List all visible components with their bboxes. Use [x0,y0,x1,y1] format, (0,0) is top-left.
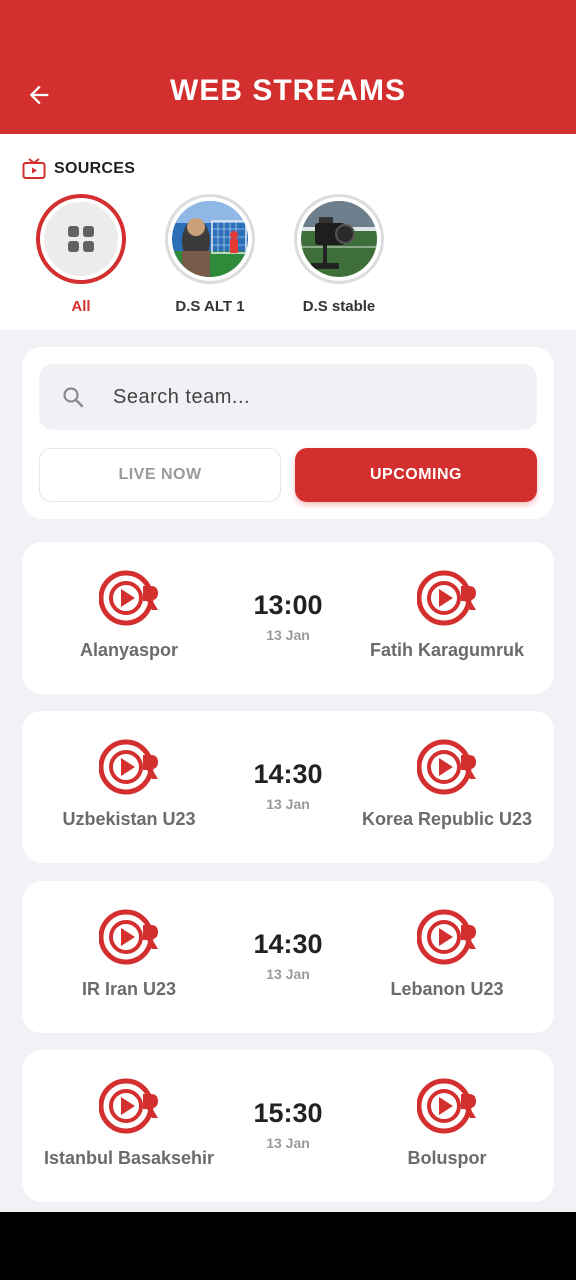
match-card[interactable]: Istanbul Basaksehir 15:30 13 Jan Boluspo… [22,1050,554,1202]
match-time: 13:00 [253,590,323,620]
sources-heading: SOURCES [22,158,135,180]
source-ds-alt-1-label: D.S ALT 1 [175,298,245,315]
source-ds-stable[interactable]: D.S stable [274,194,404,315]
home-team-name: IR Iran U23 [81,979,177,999]
match-date: 13 Jan [266,966,310,982]
home-team: Alanyaspor [24,568,234,661]
source-all-label: All [71,298,91,315]
match-card[interactable]: Alanyaspor 13:00 13 Jan Fatih Karagumruk [22,542,554,694]
away-team-name: Korea Republic U23 [361,809,533,829]
team-logo-icon [99,909,158,965]
away-team-name: Lebanon U23 [390,979,504,999]
match-time: 15:30 [253,1098,323,1128]
away-team-name: Boluspor [407,1148,487,1168]
tab-live-now[interactable]: LIVE NOW [39,448,281,502]
home-team: Uzbekistan U23 [24,737,234,830]
app-header: WEB STREAMS [0,0,576,134]
source-all[interactable]: All [16,194,146,315]
grid-icon [68,226,94,252]
away-team: Fatih Karagumruk [342,568,552,661]
tv-icon [22,158,46,179]
source-all-ring [36,194,126,284]
team-logo-icon [99,570,158,626]
away-team: Boluspor [342,1076,552,1169]
match-date: 13 Jan [266,1135,310,1151]
match-card[interactable]: IR Iran U23 14:30 13 Jan Lebanon U23 [22,881,554,1033]
home-team: IR Iran U23 [24,907,234,1000]
team-logo-icon [417,570,476,626]
match-time-block: 15:30 13 Jan [218,1098,358,1151]
team-logo-icon [417,1078,476,1134]
sources-section: SOURCES All D.S ALT 1 D.S stable [0,134,576,330]
home-team: Istanbul Basaksehir [24,1076,234,1169]
stadium-photo [172,201,248,277]
match-time: 14:30 [253,759,323,789]
search-box[interactable] [39,364,537,430]
search-input[interactable] [113,385,493,409]
sources-heading-label: SOURCES [54,160,136,177]
team-logo-icon [99,739,158,795]
match-time-block: 14:30 13 Jan [218,929,358,982]
source-ds-stable-label: D.S stable [302,298,376,315]
home-team-name: Uzbekistan U23 [62,809,196,829]
team-logo-icon [99,1078,158,1134]
team-logo-icon [417,739,476,795]
home-team-name: Istanbul Basaksehir [43,1148,215,1168]
system-nav-bar [0,1212,576,1280]
match-date: 13 Jan [266,796,310,812]
away-team: Lebanon U23 [342,907,552,1000]
team-logo-icon [417,909,476,965]
match-card[interactable]: Uzbekistan U23 14:30 13 Jan Korea Republ… [22,711,554,863]
page-title: WEB STREAMS [170,74,406,107]
away-team-name: Fatih Karagumruk [369,640,525,660]
source-ds-alt-1[interactable]: D.S ALT 1 [145,194,275,315]
away-team: Korea Republic U23 [342,737,552,830]
tab-upcoming[interactable]: UPCOMING [295,448,537,502]
home-team-name: Alanyaspor [79,640,179,660]
search-icon [63,387,84,408]
match-date: 13 Jan [266,627,310,643]
search-card: LIVE NOW UPCOMING [22,347,554,519]
match-time-block: 14:30 13 Jan [218,759,358,812]
match-time-block: 13:00 13 Jan [218,590,358,643]
match-time: 14:30 [253,929,323,959]
camera-photo [301,201,377,277]
